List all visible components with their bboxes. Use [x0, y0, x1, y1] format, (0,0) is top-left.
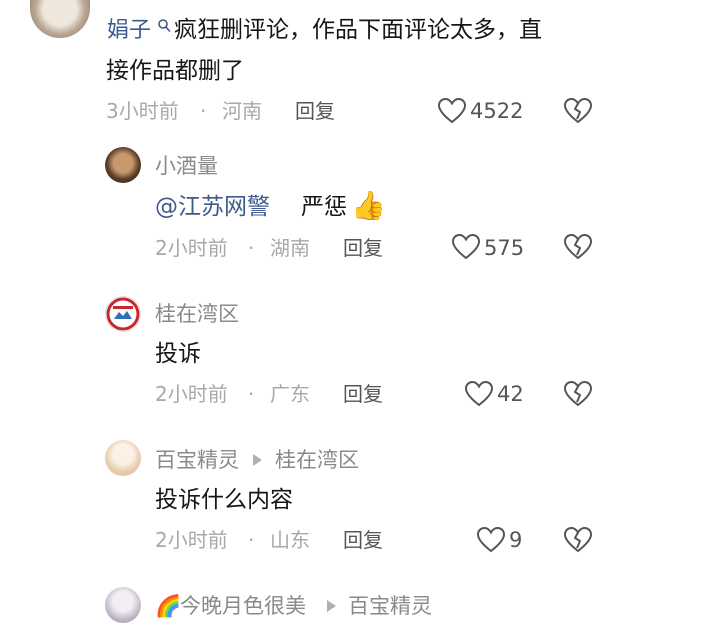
reply-like-count: 575	[484, 236, 525, 260]
main-comment-reply-button[interactable]: 回复	[295, 101, 335, 121]
separator-dot: ·	[248, 528, 255, 552]
avatar[interactable]	[105, 147, 141, 183]
avatar[interactable]	[105, 587, 141, 623]
reply-username[interactable]: 桂在湾区	[155, 304, 239, 325]
thumbs-up-emoji: 👍	[351, 189, 386, 222]
search-icon	[158, 19, 171, 32]
avatar[interactable]	[105, 296, 141, 332]
logo-icon	[106, 297, 140, 331]
separator-dot: ·	[200, 99, 207, 123]
dislike-broken-heart-icon[interactable]	[563, 526, 593, 554]
avatar[interactable]	[105, 440, 141, 476]
reply-text: 严惩	[301, 194, 347, 220]
dislike-broken-heart-icon[interactable]	[563, 233, 593, 261]
reply-mention-link[interactable]: @江苏网警	[155, 196, 270, 219]
heart-outline-icon[interactable]	[464, 380, 494, 408]
reply-arrow-icon	[253, 454, 262, 466]
main-comment-time: 3小时前	[106, 99, 179, 123]
reply-to-username[interactable]: 桂在湾区	[275, 450, 359, 471]
main-comment-text-line1: 疯狂删评论，作品下面评论太多，直	[174, 17, 542, 43]
reply-location: 山东	[270, 528, 310, 552]
reply-location: 湖南	[270, 236, 310, 260]
reply-arrow-icon	[327, 600, 336, 612]
main-comment-location: 河南	[222, 99, 262, 123]
reply-username[interactable]: 今晚月色很美	[180, 596, 306, 617]
reply-like-count: 42	[497, 382, 524, 406]
avatar[interactable]	[30, 0, 90, 38]
separator-dot: ·	[248, 236, 255, 260]
main-comment-like-count: 4522	[470, 99, 524, 123]
reply-location: 广东	[270, 382, 310, 406]
heart-outline-icon[interactable]	[476, 526, 506, 554]
dislike-broken-heart-icon[interactable]	[563, 97, 593, 125]
reply-time: 2小时前	[155, 236, 228, 260]
heart-outline-icon[interactable]	[451, 233, 481, 261]
reply-reply-button[interactable]: 回复	[343, 238, 383, 258]
heart-outline-icon[interactable]	[437, 97, 467, 125]
reply-text: 投诉	[155, 341, 201, 367]
reply-to-username[interactable]: 百宝精灵	[348, 596, 432, 617]
reply-reply-button[interactable]: 回复	[343, 384, 383, 404]
reply-username[interactable]: 百宝精灵	[155, 450, 239, 471]
reply-time: 2小时前	[155, 382, 228, 406]
reply-like-count: 9	[509, 528, 523, 552]
rainbow-emoji: 🌈	[155, 594, 182, 618]
dislike-broken-heart-icon[interactable]	[563, 380, 593, 408]
main-comment-text-line2: 接作品都删了	[106, 58, 244, 84]
main-comment-username[interactable]: 娟子	[107, 20, 151, 42]
reply-text: 投诉什么内容	[155, 487, 293, 513]
reply-time: 2小时前	[155, 528, 228, 552]
reply-username[interactable]: 小酒量	[155, 156, 218, 177]
reply-reply-button[interactable]: 回复	[343, 530, 383, 550]
separator-dot: ·	[248, 382, 255, 406]
